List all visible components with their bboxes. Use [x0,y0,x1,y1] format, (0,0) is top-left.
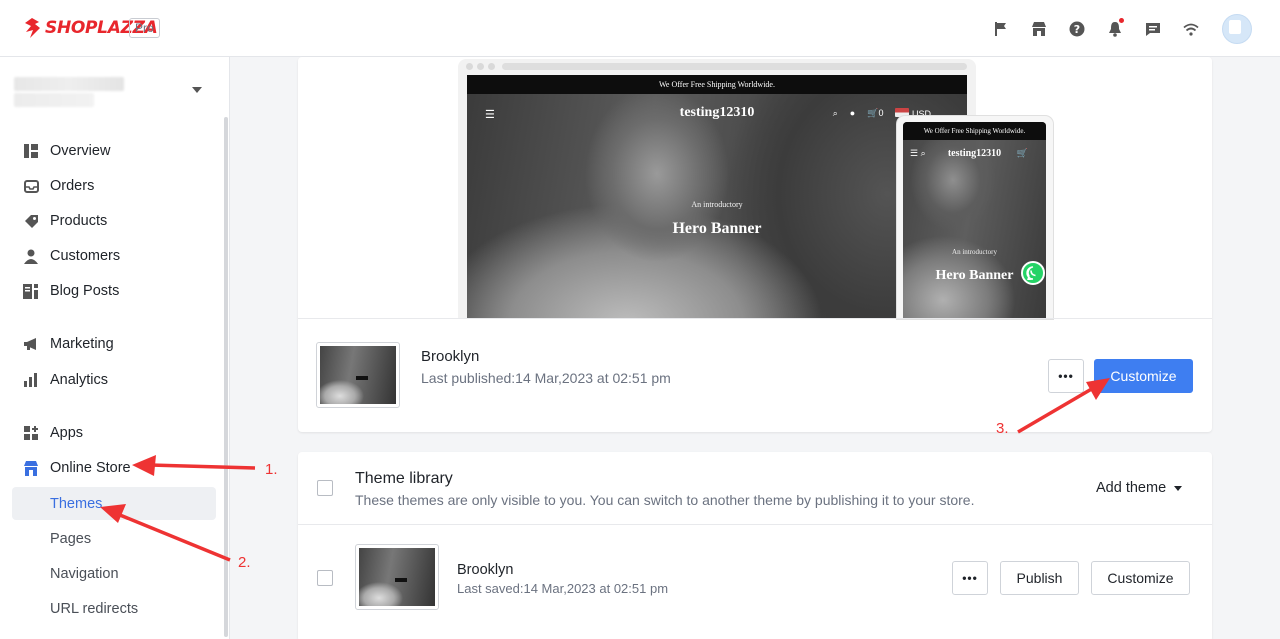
store-icon[interactable] [1020,12,1058,46]
divider [298,524,1212,525]
sidebar: Overview Orders Products Customers Blog … [0,57,230,639]
plan-badge: Pro [129,18,160,38]
blog-icon [22,282,40,300]
library-theme-name: Brooklyn [457,562,514,578]
sidebar-item-overview[interactable]: Overview [22,139,110,163]
cart-icon: 🛒0 [867,108,884,118]
mobile-preview: We Offer Free Shipping Worldwide. ☰ ⌕ te… [897,116,1053,319]
annotation-label-3: 3. [996,420,1009,437]
sidebar-item-label: Orders [50,178,95,194]
customers-icon [22,247,40,265]
divider [298,318,1212,319]
sidebar-item-marketing[interactable]: Marketing [22,332,114,356]
chevron-down-icon [192,87,202,93]
select-all-checkbox[interactable] [317,480,333,496]
theme-thumbnail [316,342,400,408]
flag-icon[interactable] [982,12,1020,46]
wifi-icon[interactable] [1172,12,1210,46]
notification-dot [1119,18,1124,23]
annotation-label-1: 1. [265,461,278,478]
theme-row-checkbox[interactable] [317,570,333,586]
shipping-bar: We Offer Free Shipping Worldwide. [467,75,967,94]
store-name-redacted [14,77,124,91]
sidebar-item-label: Online Store [50,460,131,476]
sidebar-item-blog-posts[interactable]: Blog Posts [22,279,119,303]
svg-text:?: ? [1074,23,1080,36]
sidebar-item-label: Products [50,213,108,229]
store-selector[interactable] [14,75,214,111]
sidebar-item-label: Customers [50,248,121,264]
sidebar-item-customers[interactable]: Customers [22,244,120,268]
sidebar-subitem-pages[interactable]: Pages [50,531,91,547]
help-icon[interactable]: ? [1058,12,1096,46]
add-theme-label: Add theme [1096,480,1167,496]
sidebar-item-label: Analytics [50,372,109,388]
desktop-screen: We Offer Free Shipping Worldwide. ☰ test… [467,75,967,319]
sidebar-subitem-navigation[interactable]: Navigation [50,566,119,582]
hero-intro: An introductory [952,248,997,256]
sidebar-item-label: Overview [50,143,111,159]
current-theme-card: We Offer Free Shipping Worldwide. ☰ test… [298,57,1212,432]
top-icon-bar: ? [982,12,1252,46]
sidebar-subitem-url-redirects[interactable]: URL redirects [50,601,138,617]
overview-icon [22,142,40,160]
megaphone-icon [22,335,40,353]
library-theme-saved: Last saved:14 Mar,2023 at 02:51 pm [457,581,669,596]
orders-icon [22,177,40,195]
mobile-screen: We Offer Free Shipping Worldwide. ☰ ⌕ te… [903,122,1046,319]
sidebar-item-apps[interactable]: Apps [22,421,83,445]
cart-count: 0 [878,108,884,118]
sidebar-item-label: Blog Posts [50,283,120,299]
more-actions-button[interactable]: ••• [1048,359,1084,393]
add-theme-dropdown[interactable]: Add theme [1096,480,1183,496]
theme-library-card: Theme library These themes are only visi… [298,452,1212,639]
top-bar: SHOPLAZZA Pro ? [0,0,1280,57]
sidebar-item-orders[interactable]: Orders [22,174,94,198]
hero-title: Hero Banner [672,220,762,237]
shipping-bar: We Offer Free Shipping Worldwide. [903,122,1046,140]
current-theme-name: Brooklyn [421,348,480,365]
sidebar-item-products[interactable]: Products [22,209,107,233]
publish-button[interactable]: Publish [1000,561,1079,595]
search-icon: ⌕ [832,108,838,118]
browser-dots [466,63,499,70]
whatsapp-icon [1021,261,1045,285]
current-theme-published: Last published:14 Mar,2023 at 02:51 pm [421,370,671,386]
bell-icon[interactable] [1096,12,1134,46]
store-icon [22,459,40,477]
products-icon [22,212,40,230]
caret-down-icon [1174,485,1183,491]
theme-library-title: Theme library [355,470,453,487]
chat-icon[interactable] [1134,12,1172,46]
shoplazza-logo-icon [25,18,40,38]
customize-button[interactable]: Customize [1091,561,1190,595]
sidebar-item-label: Apps [50,425,84,441]
more-actions-button[interactable]: ••• [952,561,988,595]
sidebar-subitem-themes[interactable]: Themes [50,496,102,512]
active-item-highlight [12,487,216,520]
sidebar-item-label: Marketing [50,336,114,352]
customize-button[interactable]: Customize [1094,359,1193,393]
theme-library-description: These themes are only visible to you. Yo… [355,492,975,508]
hero-image: ☰ testing12310 ⌕ ● 🛒0 USD An introductor… [467,94,967,319]
hero-intro: An introductory [691,200,743,209]
annotation-label-2: 2. [238,554,251,571]
sidebar-item-online-store[interactable]: Online Store [22,456,131,480]
analytics-icon [22,371,40,389]
store-domain-redacted [14,93,94,107]
sidebar-item-analytics[interactable]: Analytics [22,368,108,392]
account-icon: ● [849,108,856,118]
user-avatar[interactable] [1222,14,1252,44]
cart-icon: 🛒 [1016,148,1028,158]
browser-url-bar [502,63,967,70]
hero-image: ☰ ⌕ testing12310 🛒 An introductory Hero … [903,140,1046,319]
theme-thumbnail [355,544,439,610]
sidebar-scrollbar[interactable] [224,117,228,637]
apps-icon [22,424,40,442]
